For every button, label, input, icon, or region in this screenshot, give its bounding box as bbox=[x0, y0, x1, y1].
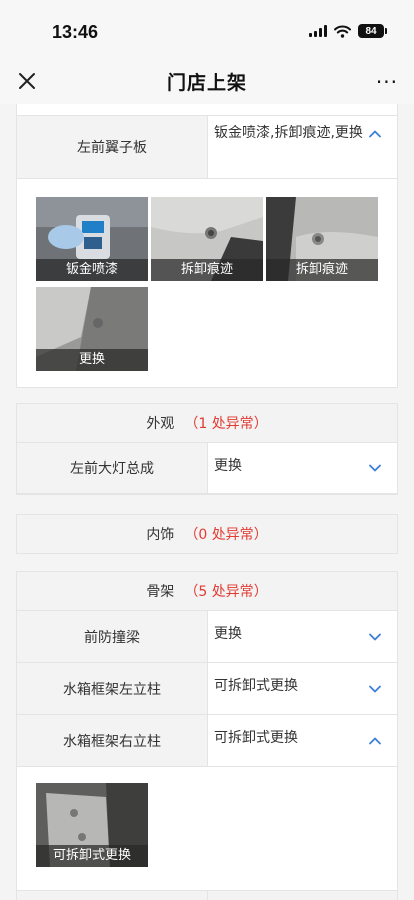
section-name: 外观 bbox=[146, 416, 175, 432]
wifi-icon bbox=[334, 25, 351, 38]
row-value: 可拆卸式更换 bbox=[208, 663, 397, 714]
chevron-down-icon[interactable] bbox=[367, 460, 383, 476]
page-title: 门店上架 bbox=[166, 72, 247, 94]
signal-icon bbox=[309, 25, 327, 37]
damage-photo[interactable]: 更换 bbox=[36, 287, 148, 371]
chevron-up-icon[interactable] bbox=[367, 126, 383, 142]
row-value: 钣金喷漆,拆卸痕迹,更换 bbox=[208, 116, 397, 178]
detail-row-radiator-right[interactable]: 水箱框架右立柱 可拆卸式更换 bbox=[17, 715, 397, 767]
chevron-up-icon[interactable] bbox=[367, 733, 383, 749]
section-count-wrap: （5 处异常） bbox=[184, 584, 268, 600]
photo-caption: 更换 bbox=[36, 349, 148, 371]
section-suffix: 处异常 bbox=[211, 416, 254, 432]
section-header-frame[interactable]: 骨架 （5 处异常） bbox=[16, 571, 398, 611]
photo-caption: 拆卸痕迹 bbox=[266, 259, 378, 281]
damage-photo[interactable]: 拆卸痕迹 bbox=[151, 197, 263, 281]
status-bar: 13:46 84 bbox=[0, 0, 414, 56]
detail-row-headlight[interactable]: 左前大灯总成 更换 bbox=[17, 443, 397, 494]
section-header-exterior[interactable]: 外观 （1 处异常） bbox=[16, 403, 398, 443]
exterior-card: 左前大灯总成 更换 bbox=[16, 443, 398, 495]
nav-bar: 门店上架 ··· bbox=[0, 56, 414, 104]
status-time: 13:46 bbox=[52, 22, 99, 42]
row-value-text: 钣金喷漆,拆卸痕迹,更换 bbox=[214, 125, 363, 141]
row-value-text: 更换 bbox=[214, 626, 242, 642]
chevron-down-icon[interactable] bbox=[367, 681, 383, 697]
row-divider bbox=[207, 891, 208, 900]
section-count-wrap: （0 处异常） bbox=[184, 527, 268, 543]
section-count: 1 bbox=[198, 416, 208, 432]
section-suffix: 处异常 bbox=[211, 584, 254, 600]
photo-caption: 钣金喷漆 bbox=[36, 259, 148, 281]
row-label: 前防撞梁 bbox=[17, 611, 208, 662]
section-name: 骨架 bbox=[146, 584, 175, 600]
section-count-wrap: （1 处异常） bbox=[184, 416, 268, 432]
photo-caption: 拆卸痕迹 bbox=[151, 259, 263, 281]
detail-row-radiator-left[interactable]: 水箱框架左立柱 可拆卸式更换 bbox=[17, 663, 397, 715]
damage-photo[interactable]: 钣金喷漆 bbox=[36, 197, 148, 281]
section-count: 5 bbox=[198, 584, 208, 600]
chevron-down-icon[interactable] bbox=[367, 629, 383, 645]
damage-photo[interactable]: 拆卸痕迹 bbox=[266, 197, 378, 281]
detail-row-fender[interactable]: 左前翼子板 钣金喷漆,拆卸痕迹,更换 bbox=[17, 115, 397, 179]
row-value: 可拆卸式更换 bbox=[208, 715, 397, 766]
more-menu-button[interactable]: ··· bbox=[376, 70, 398, 94]
section-header-interior[interactable]: 内饰 （0 处异常） bbox=[16, 514, 398, 554]
fender-card: 左前翼子板 钣金喷漆,拆卸痕迹,更换 钣金喷漆 拆卸痕迹 拆卸痕迹 更换 bbox=[16, 104, 398, 388]
row-label: 左前大灯总成 bbox=[17, 443, 208, 493]
section-count: 0 bbox=[198, 527, 208, 543]
row-value-text: 可拆卸式更换 bbox=[214, 678, 298, 694]
damage-photo[interactable]: 可拆卸式更换 bbox=[36, 783, 148, 867]
row-label: 左前翼子板 bbox=[17, 116, 208, 178]
section-suffix: 处异常 bbox=[211, 527, 254, 543]
row-value: 更换 bbox=[208, 443, 397, 493]
row-value: 更换 bbox=[208, 611, 397, 662]
row-label: 水箱框架右立柱 bbox=[17, 715, 208, 766]
frame-card: 前防撞梁 更换 水箱框架左立柱 可拆卸式更换 水箱框架右立柱 可拆卸式更换 可拆… bbox=[16, 611, 398, 900]
photo-caption: 可拆卸式更换 bbox=[36, 845, 148, 867]
status-icons: 84 bbox=[309, 24, 387, 38]
detail-row-bumper-beam[interactable]: 前防撞梁 更换 bbox=[17, 611, 397, 663]
next-row-peek bbox=[16, 890, 398, 900]
row-label: 水箱框架左立柱 bbox=[17, 663, 208, 714]
row-value-text: 可拆卸式更换 bbox=[214, 730, 298, 746]
report-content: 左前翼子板 钣金喷漆,拆卸痕迹,更换 钣金喷漆 拆卸痕迹 拆卸痕迹 更换 外观 … bbox=[0, 104, 414, 900]
section-name: 内饰 bbox=[146, 527, 175, 543]
battery-icon: 84 bbox=[358, 24, 387, 38]
row-value-text: 更换 bbox=[214, 458, 242, 474]
